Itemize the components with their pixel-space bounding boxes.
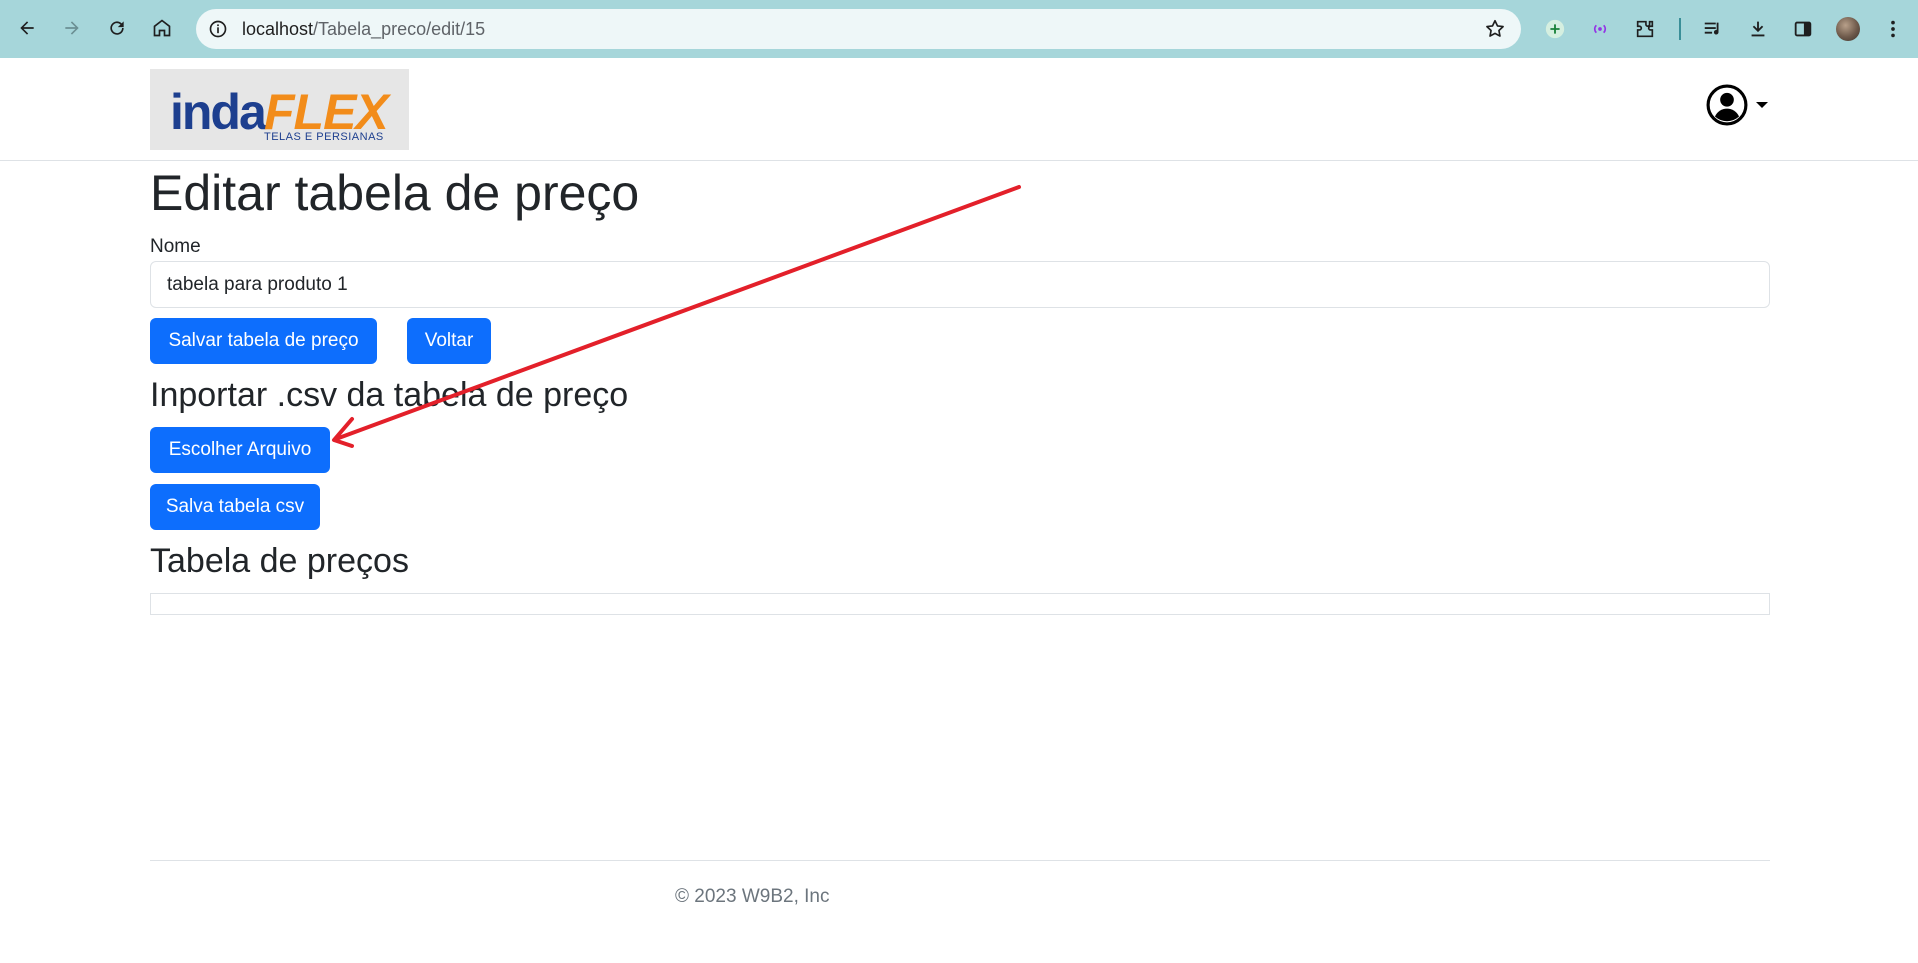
page-title: Editar tabela de preço xyxy=(150,165,640,221)
choose-file-button[interactable]: Escolher Arquivo xyxy=(150,427,330,473)
add-extension-icon[interactable] xyxy=(1539,13,1571,45)
site-info-icon[interactable] xyxy=(206,17,230,41)
address-bar[interactable]: localhost/Tabela_preco/edit/15 xyxy=(196,9,1521,49)
name-label: Nome xyxy=(150,236,201,257)
user-circle-icon xyxy=(1706,84,1748,126)
save-price-table-button[interactable]: Salvar tabela de preço xyxy=(150,318,377,364)
footer-divider xyxy=(150,860,1770,861)
browser-toolbar: localhost/Tabela_preco/edit/15 xyxy=(0,0,1918,58)
bookmark-star-icon[interactable] xyxy=(1483,17,1507,41)
profile-avatar-icon[interactable] xyxy=(1832,13,1864,45)
back-button[interactable]: Voltar xyxy=(407,318,491,364)
price-table-title: Tabela de preços xyxy=(150,542,409,580)
forward-icon[interactable] xyxy=(55,11,89,45)
chevron-down-icon xyxy=(1756,102,1768,108)
extensions-puzzle-icon[interactable] xyxy=(1629,13,1661,45)
price-table xyxy=(150,593,1770,615)
logo-tagline: TELAS E PERSIANAS xyxy=(264,131,384,143)
home-icon[interactable] xyxy=(145,11,179,45)
site-navbar: inda FLEX TELAS E PERSIANAS xyxy=(0,58,1918,161)
user-menu-dropdown[interactable] xyxy=(1706,82,1774,128)
side-panel-icon[interactable] xyxy=(1787,13,1819,45)
media-controls-icon[interactable] xyxy=(1697,13,1729,45)
back-icon[interactable] xyxy=(10,11,44,45)
downloads-icon[interactable] xyxy=(1742,13,1774,45)
import-csv-title: Inportar .csv da tabela de preço xyxy=(150,376,629,414)
save-csv-button[interactable]: Salva tabela csv xyxy=(150,484,320,530)
broadcast-extension-icon[interactable] xyxy=(1584,13,1616,45)
footer-copyright: © 2023 W9B2, Inc xyxy=(675,886,830,907)
indaflex-logo[interactable]: inda FLEX TELAS E PERSIANAS xyxy=(150,69,409,150)
logo-word-inda: inda xyxy=(170,84,267,140)
browser-menu-icon[interactable] xyxy=(1877,13,1909,45)
name-input[interactable] xyxy=(150,261,1770,308)
url-text: localhost/Tabela_preco/edit/15 xyxy=(242,19,486,39)
toolbar-separator xyxy=(1679,18,1681,40)
reload-icon[interactable] xyxy=(100,11,134,45)
